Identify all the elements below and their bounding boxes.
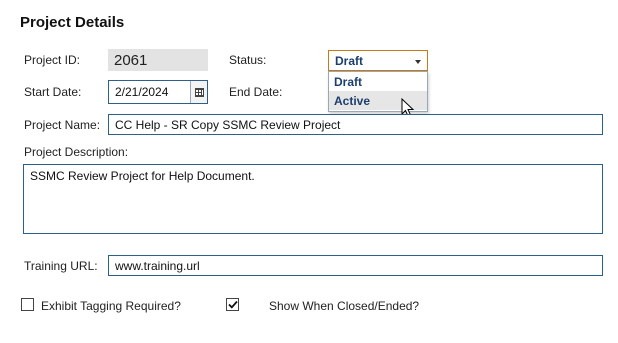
project-name-field[interactable]: CC Help - SR Copy SSMC Review Project <box>108 114 603 135</box>
project-description-value: SSMC Review Project for Help Document. <box>30 169 255 183</box>
project-description-textarea[interactable]: SSMC Review Project for Help Document. <box>23 164 603 234</box>
project-id-value: 2061 <box>108 49 208 71</box>
page-title: Project Details <box>20 14 125 31</box>
project-description-label: Project Description: <box>24 145 129 159</box>
start-date-value: 2/21/2024 <box>115 85 169 99</box>
show-when-closed-label: Show When Closed/Ended? <box>269 299 420 313</box>
exhibit-tagging-label: Exhibit Tagging Required? <box>41 299 181 313</box>
end-date-label: End Date: <box>229 85 283 99</box>
project-id-label: Project ID: <box>24 53 81 67</box>
show-when-closed-checkbox[interactable] <box>226 298 239 311</box>
status-selected-value: Draft <box>335 53 364 68</box>
exhibit-tagging-checkbox[interactable] <box>21 298 34 311</box>
training-url-label: Training URL: <box>24 259 98 273</box>
training-url-value: www.training.url <box>115 258 200 273</box>
status-select[interactable]: Draft <box>328 50 428 71</box>
project-name-label: Project Name: <box>24 118 101 132</box>
project-name-value: CC Help - SR Copy SSMC Review Project <box>115 117 341 132</box>
calendar-icon[interactable] <box>190 81 207 103</box>
start-date-field[interactable]: 2/21/2024 <box>108 80 208 104</box>
status-option-draft[interactable]: Draft <box>329 72 427 91</box>
start-date-label: Start Date: <box>24 85 82 99</box>
status-label: Status: <box>229 53 267 67</box>
training-url-field[interactable]: www.training.url <box>108 255 603 276</box>
checkmark-icon <box>227 300 238 309</box>
chevron-down-icon <box>415 60 421 64</box>
